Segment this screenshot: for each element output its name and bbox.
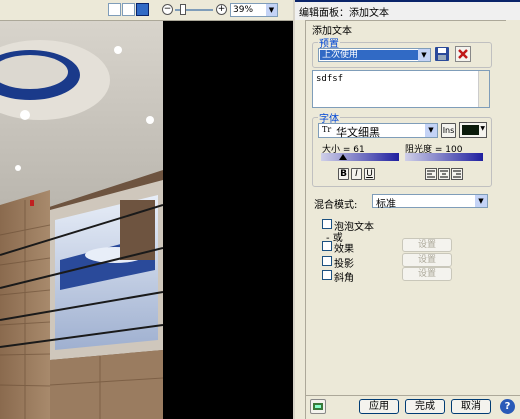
blend-mode-select[interactable]: 标准 ▼: [372, 194, 488, 210]
zoom-out-button[interactable]: −: [162, 4, 173, 15]
bold-button[interactable]: B: [338, 168, 349, 180]
shadow-checkbox[interactable]: [322, 256, 332, 266]
preset-select[interactable]: 上次使用 ▼: [318, 48, 431, 62]
fit-view-icon[interactable]: [108, 3, 121, 16]
zoom-slider-thumb[interactable]: [180, 4, 186, 15]
chevron-down-icon[interactable]: ▼: [266, 4, 277, 16]
text-input[interactable]: sdfsf: [312, 70, 490, 108]
chevron-down-icon[interactable]: ▼: [475, 195, 487, 207]
apply-button[interactable]: 应用: [359, 399, 399, 414]
bevel-settings-button[interactable]: 设置: [402, 267, 452, 281]
effects-settings-button[interactable]: 设置: [402, 238, 452, 252]
shadow-label: 投影: [334, 259, 354, 270]
underline-button[interactable]: U: [364, 168, 375, 180]
panel-title: 编辑面板：添加文本: [299, 8, 389, 19]
bevel-label: 斜角: [334, 273, 354, 284]
ins-button[interactable]: Ins: [441, 123, 456, 138]
shadow-settings-button[interactable]: 设置: [402, 253, 452, 267]
help-icon[interactable]: ?: [500, 399, 515, 414]
save-preset-icon[interactable]: [434, 46, 450, 62]
chevron-down-icon[interactable]: ▼: [418, 49, 430, 61]
done-button[interactable]: 完成: [405, 399, 445, 414]
preset-value: 上次使用: [320, 50, 418, 60]
text-scrollbar[interactable]: [478, 71, 489, 107]
blend-mode-label: 混合模式:: [314, 200, 358, 211]
chevron-down-icon: ▼: [480, 125, 485, 132]
size-slider-thumb[interactable]: [339, 154, 347, 160]
font-family-value: 华文细黑: [336, 126, 380, 139]
blend-mode-value: 标准: [376, 199, 396, 210]
italic-button[interactable]: I: [351, 168, 362, 180]
effects-checkbox[interactable]: [322, 241, 332, 251]
cancel-button[interactable]: 取消: [451, 399, 491, 414]
text-color-picker[interactable]: ▼: [459, 122, 487, 138]
zoom-in-button[interactable]: +: [216, 4, 227, 15]
photo-preview[interactable]: [0, 20, 163, 419]
view-toolbar: − + 39% ▼: [0, 0, 293, 21]
font-family-select[interactable]: Tr 华文细黑 ▼: [318, 123, 438, 139]
zoom-value: 39%: [233, 5, 254, 15]
effects-label: 效果: [334, 244, 354, 255]
panel-splitter[interactable]: [295, 20, 306, 419]
align-center-icon[interactable]: [438, 168, 450, 180]
align-left-icon[interactable]: [425, 168, 437, 180]
photo-image: [0, 20, 163, 419]
text-input-value: sdfsf: [316, 74, 344, 84]
font-type-icon: Tr: [322, 125, 332, 134]
delete-preset-icon[interactable]: [455, 46, 471, 62]
fit-window-icon[interactable]: [136, 3, 149, 16]
panel-title-bar: 编辑面板：添加文本: [295, 0, 520, 20]
size-slider[interactable]: [321, 153, 399, 161]
chevron-down-icon[interactable]: ▼: [425, 124, 437, 137]
align-right-icon[interactable]: [451, 168, 463, 180]
zoom-select[interactable]: 39% ▼: [230, 3, 278, 17]
panel-menu-icon[interactable]: [310, 399, 326, 414]
bevel-checkbox[interactable]: [322, 270, 332, 280]
opacity-slider[interactable]: [405, 153, 483, 161]
bubble-text-checkbox[interactable]: [322, 219, 332, 229]
color-swatch: [462, 125, 479, 135]
actual-size-icon[interactable]: [122, 3, 135, 16]
